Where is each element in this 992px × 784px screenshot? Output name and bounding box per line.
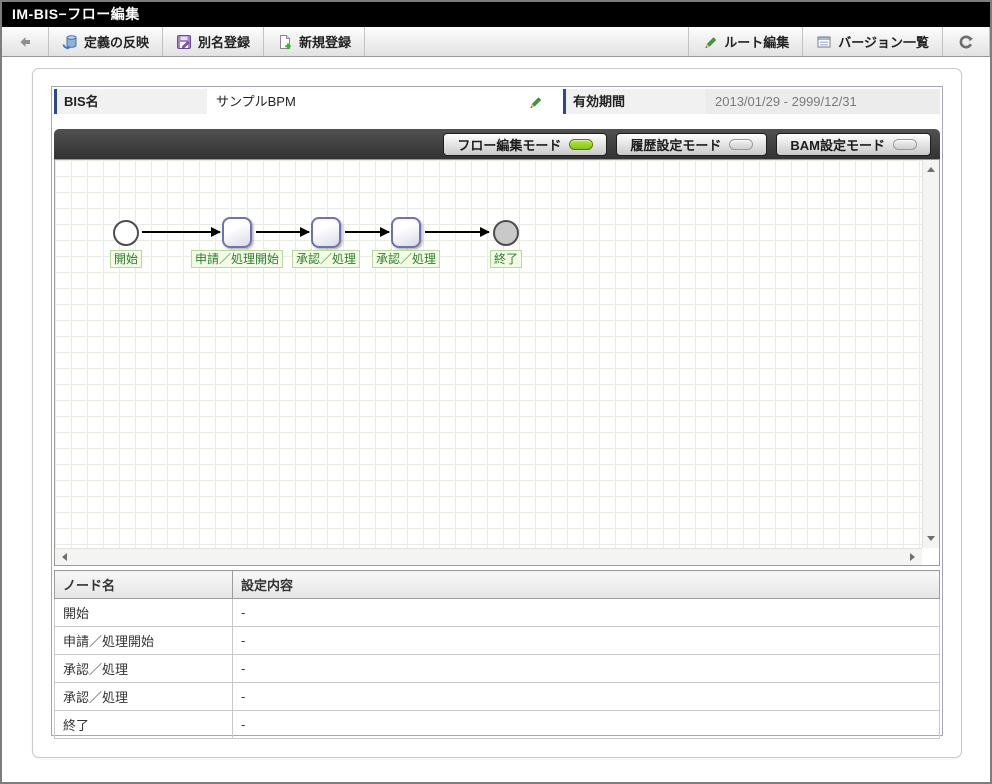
- flow-canvas[interactable]: 開始 申請／処理開始 承認／処理 承認／処理 終了: [55, 160, 922, 548]
- horizontal-scrollbar[interactable]: [55, 548, 922, 565]
- flow-node-label: 開始: [109, 250, 143, 268]
- toolbar: 定義の反映 別名登録 新規登録 ルート編集 バージョン一覧: [2, 27, 990, 57]
- node-name-cell: 承認／処理: [54, 654, 233, 683]
- table-row[interactable]: 終了 -: [54, 710, 940, 739]
- flow-arrow: [142, 227, 221, 237]
- flow-node-label: 申請／処理開始: [190, 250, 284, 268]
- scrollbar-corner: [922, 548, 939, 565]
- toolbar-button-label: 新規登録: [299, 35, 352, 50]
- back-button[interactable]: [2, 27, 49, 56]
- flow-node-label: 承認／処理: [371, 250, 441, 268]
- settings-cell: -: [232, 710, 940, 739]
- table-row[interactable]: 承認／処理 -: [54, 682, 940, 711]
- flow-arrow: [256, 227, 310, 237]
- flow-node-task[interactable]: [391, 217, 421, 248]
- settings-cell: -: [232, 682, 940, 711]
- alias-register-button[interactable]: 別名登録: [163, 27, 265, 56]
- flow-canvas-container: 開始 申請／処理開始 承認／処理 承認／処理 終了: [54, 159, 940, 566]
- settings-cell: -: [232, 626, 940, 655]
- flow-arrow: [345, 227, 390, 237]
- flow-node-label: 終了: [489, 250, 523, 268]
- vertical-scrollbar[interactable]: [922, 160, 939, 548]
- bam-setting-mode-button[interactable]: BAM設定モード: [776, 132, 931, 156]
- column-header-node-name: ノード名: [54, 570, 233, 599]
- table-row[interactable]: 承認／処理 -: [54, 654, 940, 683]
- valid-period-label: 有効期間: [563, 89, 706, 114]
- flow-edit-mode-button[interactable]: フロー編集モード: [443, 132, 608, 156]
- flow-node-start[interactable]: [113, 220, 139, 246]
- apply-definition-button[interactable]: 定義の反映: [49, 27, 164, 56]
- route-edit-button[interactable]: ルート編集: [688, 27, 804, 56]
- node-settings-table: ノード名 設定内容 開始 - 申請／処理開始 - 承認／処理 - 承認／処理 -…: [54, 570, 940, 739]
- floppy-save-icon: [176, 34, 192, 50]
- bis-name-label: BIS名: [54, 89, 207, 114]
- toolbar-button-label: バージョン一覧: [838, 35, 929, 50]
- settings-cell: -: [232, 598, 940, 627]
- history-setting-mode-button[interactable]: 履歴設定モード: [616, 132, 768, 156]
- mode-bar: フロー編集モード 履歴設定モード BAM設定モード: [54, 129, 940, 159]
- toolbar-button-label: 別名登録: [198, 35, 251, 50]
- definition-header-row: BIS名 サンプルBPM 有効期間 2013/01/29 - 2999/12/3…: [54, 89, 940, 114]
- pencil-icon: [527, 94, 543, 110]
- mode-button-label: BAM設定モード: [790, 137, 885, 153]
- database-sync-icon: [62, 34, 78, 50]
- settings-cell: -: [232, 654, 940, 683]
- valid-period-value: 2013/01/29 - 2999/12/31: [706, 89, 940, 114]
- node-name-cell: 開始: [54, 598, 233, 627]
- flow-node-label: 承認／処理: [291, 250, 361, 268]
- led-indicator-on-icon: [569, 138, 594, 150]
- scroll-left-icon[interactable]: [62, 553, 67, 561]
- node-name-cell: 終了: [54, 710, 233, 739]
- table-row[interactable]: 申請／処理開始 -: [54, 626, 940, 655]
- toolbar-button-label: 定義の反映: [84, 35, 150, 50]
- flow-arrow: [425, 227, 490, 237]
- led-indicator-off-icon: [893, 138, 917, 150]
- refresh-button[interactable]: [943, 27, 990, 56]
- pencil-icon: [702, 34, 718, 50]
- led-indicator-off-icon: [729, 138, 754, 150]
- list-icon: [816, 34, 832, 50]
- scroll-down-icon[interactable]: [927, 536, 935, 541]
- flow-node-end[interactable]: [493, 220, 519, 246]
- flow-node-task[interactable]: [222, 217, 252, 248]
- mode-button-label: フロー編集モード: [457, 137, 562, 153]
- table-header-row: ノード名 設定内容: [54, 570, 940, 599]
- edit-bis-name-button[interactable]: [517, 89, 553, 114]
- node-name-cell: 申請／処理開始: [54, 626, 233, 655]
- main-panel: BIS名 サンプルBPM 有効期間 2013/01/29 - 2999/12/3…: [32, 68, 962, 758]
- bis-name-value: サンプルBPM: [207, 89, 517, 114]
- back-arrow-icon: [17, 34, 33, 50]
- page-title: IM-BIS−フロー編集: [12, 6, 140, 22]
- title-bar: IM-BIS−フロー編集: [2, 2, 990, 27]
- mode-button-label: 履歴設定モード: [630, 137, 722, 153]
- version-list-button[interactable]: バージョン一覧: [803, 27, 943, 56]
- column-header-settings: 設定内容: [232, 570, 940, 599]
- app-window: IM-BIS−フロー編集 定義の反映 別名登録 新規登録 ルート編集 バージョン…: [0, 0, 992, 784]
- toolbar-button-label: ルート編集: [724, 35, 790, 50]
- content-frame: BIS名 サンプルBPM 有効期間 2013/01/29 - 2999/12/3…: [51, 86, 943, 739]
- refresh-icon: [958, 34, 974, 50]
- new-register-button[interactable]: 新規登録: [264, 27, 366, 56]
- document-add-icon: [277, 34, 293, 50]
- form-gap: [553, 89, 563, 114]
- node-name-cell: 承認／処理: [54, 682, 233, 711]
- flow-node-task[interactable]: [311, 217, 341, 248]
- scroll-up-icon[interactable]: [927, 167, 935, 172]
- scroll-right-icon[interactable]: [910, 553, 915, 561]
- table-row[interactable]: 開始 -: [54, 598, 940, 627]
